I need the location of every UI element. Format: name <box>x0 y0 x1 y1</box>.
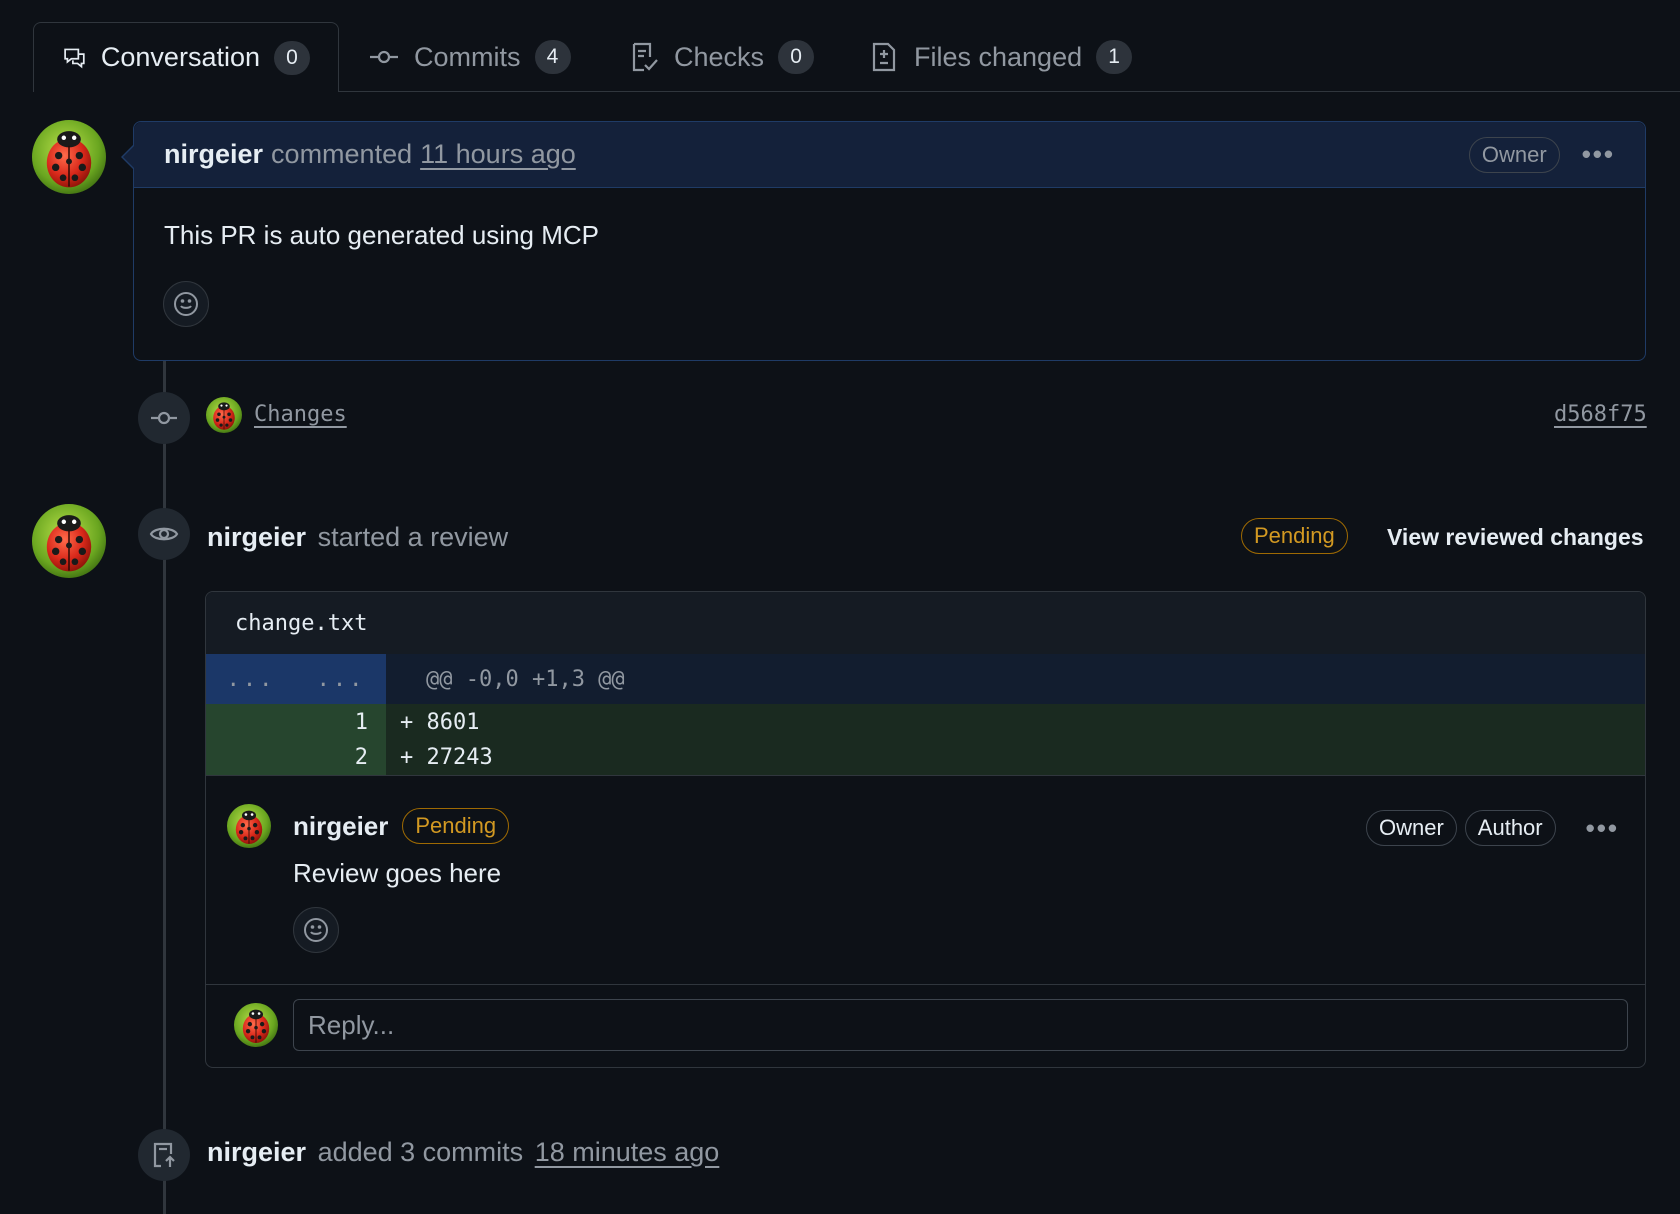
add-reaction-button[interactable] <box>293 907 339 953</box>
line-number[interactable]: 1 <box>206 704 386 740</box>
tab-counter: 0 <box>274 40 310 75</box>
git-commit-icon <box>370 50 398 64</box>
hunk-expander[interactable]: ... ... <box>206 654 386 704</box>
inline-comment-avatar[interactable] <box>227 804 271 848</box>
comment-timestamp[interactable]: 11 hours ago <box>420 139 576 170</box>
eye-icon <box>149 527 179 541</box>
review-action: started a review <box>317 522 509 552</box>
tab-counter: 0 <box>778 40 815 74</box>
review-thread: change.txt ... ... @@ -0,0 +1,3 @@ 1 + 8… <box>205 591 1646 1068</box>
kebab-menu-icon[interactable]: ••• <box>1586 813 1619 844</box>
tab-files-changed[interactable]: Files changed 1 <box>840 22 1160 92</box>
push-timeline-badge <box>138 1129 190 1181</box>
tab-conversation[interactable]: Conversation 0 <box>33 22 339 92</box>
comment-header: nirgeier commented 11 hours ago Owner ••… <box>134 122 1645 188</box>
tab-label: Conversation <box>100 42 260 72</box>
diff-hunk-header: ... ... @@ -0,0 +1,3 @@ <box>206 654 1645 704</box>
reply-avatar <box>234 1003 278 1047</box>
comment-caret-inner <box>123 146 134 168</box>
tab-counter: 4 <box>534 40 571 74</box>
inline-pending-badge: Pending <box>402 808 510 844</box>
commit-timeline-badge <box>138 392 190 444</box>
git-commit-icon <box>151 411 177 425</box>
comment-discussion-icon <box>64 48 85 68</box>
tab-counter: 1 <box>1096 40 1133 74</box>
line-code: + 8601 <box>400 709 480 735</box>
tab-label: Commits <box>414 41 521 72</box>
pending-badge: Pending <box>1241 518 1348 554</box>
tab-commits[interactable]: Commits 4 <box>340 22 599 92</box>
reply-row <box>206 984 1645 1067</box>
author-badge: Author <box>1464 810 1556 846</box>
review-header: nirgeier started a review <box>207 522 508 553</box>
avatar[interactable] <box>32 120 106 194</box>
commit-message-link[interactable]: Changes <box>254 402 347 427</box>
smiley-icon <box>174 292 198 316</box>
kebab-menu-icon[interactable]: ••• <box>1582 139 1615 170</box>
line-number[interactable]: 2 <box>206 740 386 775</box>
event-timestamp[interactable]: 18 minutes ago <box>535 1137 720 1167</box>
file-diff-icon <box>872 42 896 72</box>
tab-checks[interactable]: Checks 0 <box>600 22 842 92</box>
tab-label: Checks <box>674 41 765 72</box>
reviewer-avatar[interactable] <box>32 504 106 578</box>
commit-sha-link[interactable]: d568f75 <box>1554 402 1647 427</box>
inline-comment-author[interactable]: nirgeier <box>293 811 388 842</box>
hunk-old-marker: ... <box>226 666 276 692</box>
owner-badge: Owner <box>1366 810 1457 846</box>
comment-body: This PR is auto generated using MCP <box>164 220 599 250</box>
reply-input[interactable] <box>293 999 1628 1051</box>
timeline-line <box>163 360 166 1214</box>
push-event: nirgeier added 3 commits 18 minutes ago <box>207 1137 719 1168</box>
hunk-new-marker: ... <box>316 666 366 692</box>
commit-author-avatar[interactable] <box>206 397 242 433</box>
tab-label: Files changed <box>914 41 1083 72</box>
hunk-text: @@ -0,0 +1,3 @@ <box>426 666 625 692</box>
repo-push-icon <box>153 1142 175 1168</box>
review-author[interactable]: nirgeier <box>207 522 306 552</box>
smiley-icon <box>304 918 328 942</box>
owner-badge: Owner <box>1468 136 1560 173</box>
comment-action: commented <box>271 139 413 169</box>
file-name[interactable]: change.txt <box>206 592 1645 654</box>
comment-author[interactable]: nirgeier <box>164 139 263 170</box>
view-reviewed-changes-button[interactable]: View reviewed changes <box>1387 524 1644 551</box>
event-author[interactable]: nirgeier <box>207 1137 306 1167</box>
event-action: added 3 commits <box>317 1137 524 1167</box>
checklist-icon <box>632 42 658 72</box>
inline-comment-body: Review goes here <box>293 858 502 888</box>
diff-line: 1 + 8601 <box>206 704 1645 740</box>
add-reaction-button[interactable] <box>163 281 209 327</box>
line-code: + 27243 <box>400 745 493 770</box>
inline-comment: nirgeier Pending Owner Author ••• Review… <box>206 776 1645 984</box>
diff-line: 2 + 27243 <box>206 740 1645 776</box>
comment-box: nirgeier commented 11 hours ago Owner ••… <box>133 121 1646 361</box>
review-timeline-badge <box>138 508 190 560</box>
